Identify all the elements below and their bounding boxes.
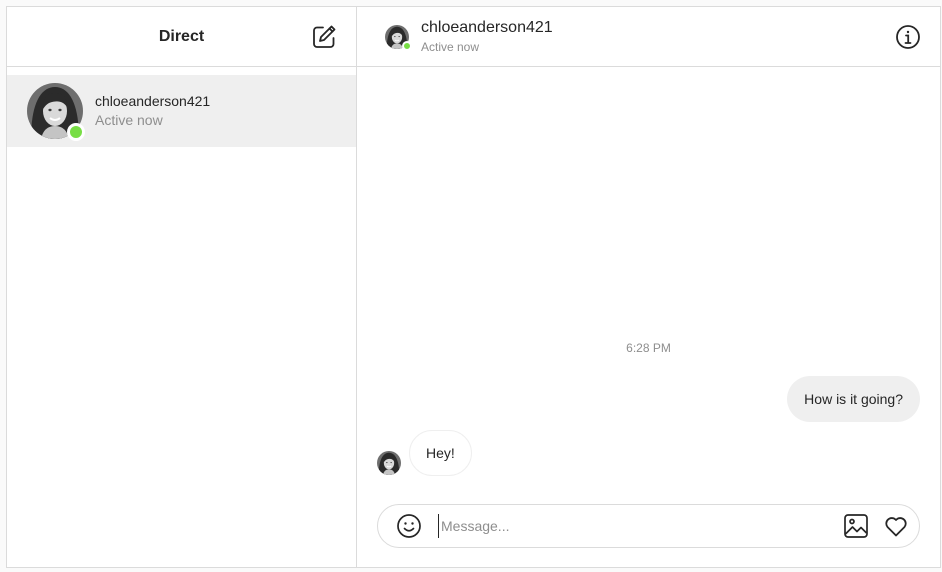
avatar	[27, 83, 85, 141]
info-icon	[896, 25, 920, 49]
online-indicator	[67, 123, 85, 141]
chat-status: Active now	[421, 40, 480, 54]
chat-header: chloeanderson421 Active now	[357, 7, 940, 67]
chat-panel: chloeanderson421 Active now 6:28 PM How …	[357, 7, 940, 567]
incoming-message-row: Hey!	[377, 430, 472, 476]
like-button[interactable]	[883, 513, 909, 539]
conversation-status: Active now	[95, 112, 163, 128]
online-indicator	[402, 40, 412, 51]
incoming-message[interactable]: Hey!	[409, 430, 472, 476]
message-composer	[377, 504, 920, 548]
chat-header-avatar[interactable]	[385, 25, 412, 51]
conversation-username: chloeanderson421	[95, 93, 211, 109]
sidebar-title: Direct	[158, 27, 205, 45]
sidebar-header: Direct	[7, 7, 356, 67]
emoji-icon	[397, 514, 421, 538]
conversation-info-button[interactable]	[894, 23, 922, 51]
conversation-sidebar: Direct chloeanderson421 Active now	[7, 7, 357, 567]
send-image-button[interactable]	[843, 513, 869, 539]
direct-messages-window: Direct chloeanderson421 Active now chloe…	[6, 6, 941, 568]
new-message-button[interactable]	[310, 23, 338, 51]
outgoing-message[interactable]: How is it going?	[787, 376, 920, 422]
chat-username[interactable]: chloeanderson421	[421, 18, 553, 38]
heart-icon	[885, 517, 907, 537]
message-timestamp: 6:28 PM	[626, 341, 671, 355]
emoji-button[interactable]	[396, 513, 422, 539]
image-icon	[844, 514, 868, 538]
conversation-item[interactable]: chloeanderson421 Active now	[7, 75, 356, 147]
sender-avatar[interactable]	[377, 451, 401, 475]
new-message-icon	[313, 25, 336, 48]
message-input[interactable]	[438, 514, 829, 538]
